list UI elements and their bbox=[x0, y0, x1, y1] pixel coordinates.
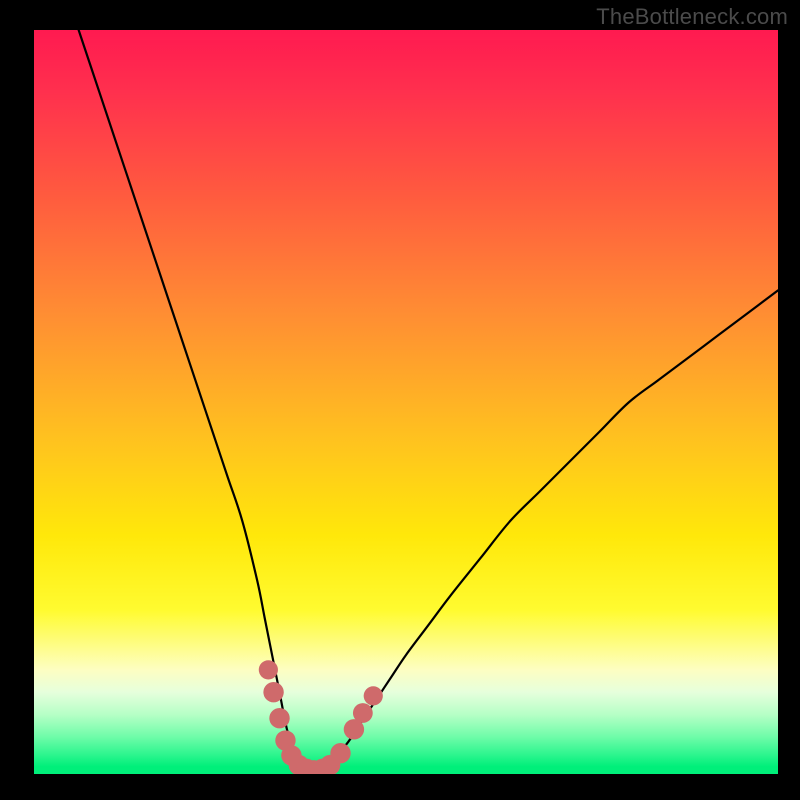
curve-marker bbox=[263, 682, 283, 702]
curve-layer bbox=[34, 30, 778, 774]
curve-marker bbox=[353, 703, 373, 723]
curve-marker bbox=[364, 686, 383, 705]
plot-area bbox=[34, 30, 778, 774]
chart-frame: TheBottleneck.com bbox=[0, 0, 800, 800]
curve-marker bbox=[330, 743, 350, 763]
bottleneck-curve bbox=[79, 30, 778, 771]
curve-marker bbox=[259, 660, 278, 679]
watermark-text: TheBottleneck.com bbox=[596, 4, 788, 30]
curve-marker bbox=[269, 708, 289, 728]
